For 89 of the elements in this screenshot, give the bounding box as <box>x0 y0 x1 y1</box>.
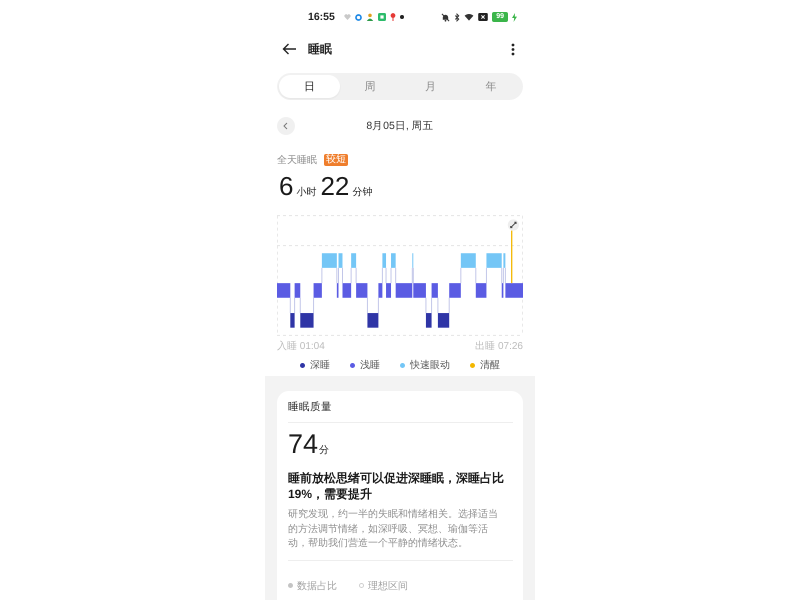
stage-transition-line <box>460 267 462 284</box>
sleep-stage-bar <box>367 313 378 328</box>
more-icon[interactable] <box>511 42 515 56</box>
sleep-stage-bar <box>438 313 450 328</box>
sleep-stage-bar <box>294 283 300 298</box>
dot-icon <box>288 583 293 588</box>
wifi-icon <box>464 13 474 21</box>
sleep-stage-bar <box>426 313 432 328</box>
x-box-icon <box>478 13 488 21</box>
status-badge: 较短 <box>324 154 348 166</box>
stage-transition-line <box>313 297 314 314</box>
legend-label: 清醒 <box>480 358 500 372</box>
sleep-stage-bar <box>386 283 392 298</box>
period-tab[interactable]: 日 <box>279 75 340 98</box>
expand-icon[interactable] <box>508 219 519 231</box>
sleep-stage-bar <box>300 313 314 328</box>
sleep-stage-bar <box>382 253 386 268</box>
sleep-stage-bar <box>290 313 295 328</box>
legend-label: 深睡 <box>310 358 330 372</box>
ring-icon <box>359 583 364 588</box>
sleep-end-label: 出睡 07:26 <box>475 340 523 353</box>
stage-transition-line <box>395 267 396 284</box>
dot-icon <box>400 15 404 19</box>
date-label: 8月05日, 周五 <box>365 119 435 133</box>
stage-transition-line <box>350 267 352 284</box>
card-title: 睡眠质量 <box>288 400 333 414</box>
sleep-stage-bar <box>277 283 290 298</box>
stage-transition-line <box>390 267 392 284</box>
advice-headline: 睡前放松思绪可以促进深睡眠，深睡占比19%，需要提升 <box>288 470 505 502</box>
stage-transition-line <box>437 297 438 314</box>
legend-label: 数据占比 <box>297 580 337 592</box>
stage-transition-line <box>356 267 357 284</box>
stage-transition-line <box>448 297 450 314</box>
stage-transition-line <box>486 267 487 284</box>
stage-transition-line <box>382 267 383 284</box>
status-time: 16:55 <box>308 11 335 23</box>
sleep-stage-bar <box>356 283 368 298</box>
sleep-stage-bar <box>342 283 352 298</box>
stage-transition-line <box>342 267 343 284</box>
duration-unit: 分钟 <box>352 186 372 199</box>
sleep-stage-bar <box>396 283 412 298</box>
app-tile-icon <box>378 13 386 21</box>
legend-label: 快速眼动 <box>410 358 450 372</box>
chevron-left-icon[interactable] <box>277 117 295 135</box>
charging-icon <box>512 12 517 22</box>
stage-transition-line <box>321 267 322 284</box>
stage-transition-line <box>378 297 379 314</box>
sleep-stage-bar <box>351 253 356 268</box>
score-value: 74 <box>288 429 318 459</box>
sleep-stage-bar <box>449 283 461 298</box>
period-tab[interactable]: 周 <box>340 75 400 98</box>
period-tab[interactable]: 年 <box>460 75 521 98</box>
heart-icon <box>344 14 351 20</box>
person-icon <box>366 13 374 21</box>
duration-value: 6 <box>279 171 294 201</box>
sleep-start-label: 入睡 01:04 <box>277 340 325 353</box>
back-icon[interactable] <box>282 43 297 55</box>
sleep-stage-bar <box>505 283 523 298</box>
ring-icon <box>354 14 362 20</box>
sleep-stage-bar <box>391 253 396 268</box>
stage-transition-line <box>290 297 291 314</box>
stage-transition-line <box>425 297 426 314</box>
sleep-stage-bar <box>378 283 382 298</box>
sleep-stage-bar <box>432 283 438 298</box>
legend-label: 浅睡 <box>360 358 380 372</box>
sleep-stage-bar <box>322 253 337 268</box>
stage-transition-line <box>294 297 296 314</box>
summary-label: 全天睡眠 <box>277 154 317 167</box>
score-unit: 分 <box>319 444 330 457</box>
duration-unit: 小时 <box>296 186 316 199</box>
stage-transition-line <box>431 297 432 314</box>
awake-marker <box>511 230 512 284</box>
legend-label: 理想区间 <box>368 580 408 592</box>
sleep-stage-bar <box>476 283 486 298</box>
stage-transition-line <box>475 267 476 284</box>
sleep-stage-bar <box>314 283 322 298</box>
sleep-stage-bar <box>413 283 426 298</box>
sleep-stage-bar <box>338 253 342 268</box>
duration-value: 22 <box>320 171 350 201</box>
period-tab[interactable]: 月 <box>400 75 460 98</box>
page-title: 睡眠 <box>308 40 332 58</box>
bell-off-icon <box>441 12 450 22</box>
stage-transition-line <box>300 297 301 314</box>
stage-transition-line <box>386 267 387 284</box>
sleep-stage-bar <box>460 253 476 268</box>
bluetooth-icon <box>454 12 460 22</box>
pin-icon <box>390 13 396 21</box>
stage-transition-line <box>366 297 368 314</box>
advice-text: 研究发现，约一半的失眠和情绪相关。选择适当的方法调节情绪，如深呼吸、冥想、瑜伽等活动，帮助我们营造一个平静的情绪状态。 <box>288 508 499 551</box>
